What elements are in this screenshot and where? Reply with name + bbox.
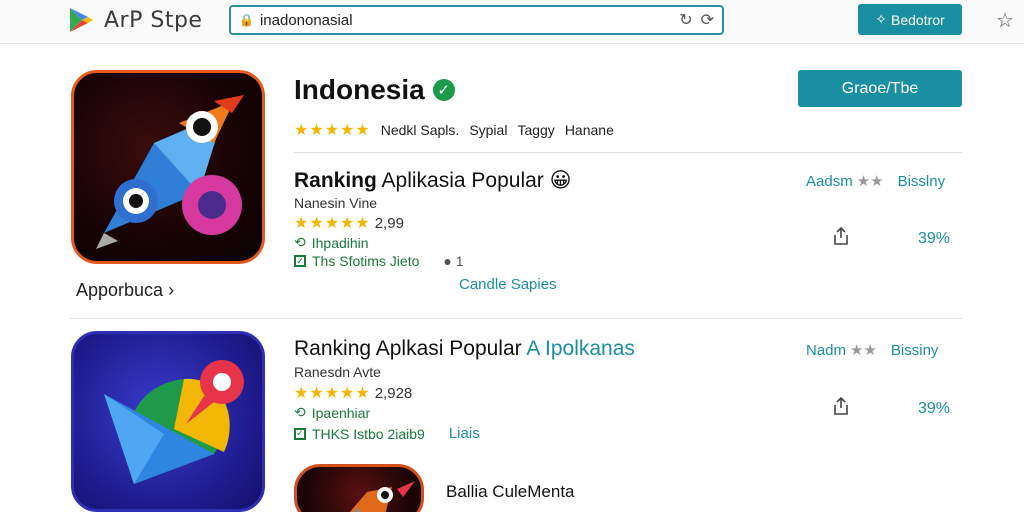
section2-green-1: ⟲ Ipaenhiar <box>294 404 370 421</box>
meta-item: Nedkl Sapls. <box>380 122 460 138</box>
update-icon: ⟲ <box>294 234 306 250</box>
top-bar: ArP Stpe 🔒 inadononasial ↻ ⟳ ✧ Bedotror … <box>0 0 1024 44</box>
rocket-icon <box>96 95 244 249</box>
section2-rating: ★★★★★ 2,928 <box>294 383 412 403</box>
rank-right-label: Bissiny <box>890 341 939 359</box>
section2-rank: Nadm ★★ Bissiny <box>806 341 939 360</box>
bird-icon <box>349 481 415 512</box>
section1-green-1: ⟲ Ihpadihin <box>294 234 369 251</box>
green-text: Ipaenhiar <box>311 404 371 421</box>
store-name: ArP Stpe <box>104 7 203 33</box>
apps-label: Apporbuca <box>76 280 164 300</box>
verified-check-icon: ✓ <box>432 79 455 101</box>
page-title: Indonesia ✓ <box>294 74 455 106</box>
refresh-icon[interactable]: ↻ <box>679 10 692 30</box>
header-action-button[interactable]: ✧ Bedotror <box>858 4 962 35</box>
map-pin-icon <box>104 360 244 484</box>
apps-link[interactable]: Apporbuca › <box>76 280 174 301</box>
user-count-value: 1 <box>455 253 464 269</box>
meta-row: ★★★★★ Nedkl Sapls. Sypial Taggy Hanane <box>294 120 614 140</box>
share-icon[interactable] <box>831 226 851 246</box>
play-store-icon <box>70 8 93 32</box>
section1-title-bold: Ranking <box>294 169 377 192</box>
rank-label: Nadm <box>806 341 847 359</box>
divider <box>294 152 962 153</box>
section1-green-2: ✓ Ths Sfotims Jieto ● 1 <box>294 253 464 269</box>
checkbox-icon: ✓ <box>294 427 306 440</box>
green-text: Ihpadihin <box>311 234 369 251</box>
divider <box>70 318 962 319</box>
app-icon-rocket[interactable] <box>71 70 265 264</box>
section1-rating: ★★★★★ 2,99 <box>294 213 404 233</box>
section1-percent: 39% <box>918 230 951 247</box>
section2-title-text: Ranking Aplkasi Popular <box>294 337 522 360</box>
user-icon: ● <box>443 253 452 269</box>
section1-subtitle: Nanesin Vine <box>294 195 378 211</box>
rank-right-label: Bisslny <box>897 172 946 190</box>
section2-teal-link[interactable]: Liais <box>449 425 480 442</box>
bookmark-star-icon[interactable]: ☆ <box>996 8 1014 33</box>
section2-title[interactable]: Ranking Aplkasi Popular A Ipolkanas <box>294 337 635 361</box>
section1-title-rest: Aplikasia Popular <box>381 169 544 192</box>
section2-subtitle: Ranesdn Avte <box>294 364 381 380</box>
url-text[interactable]: inadononasial <box>260 12 679 29</box>
section3-title[interactable]: Ballia CuleMenta <box>446 482 575 502</box>
section1-rank: Aadsm ★★ Bisslny <box>806 172 946 191</box>
section1-link[interactable]: Candle Sapies <box>459 276 557 293</box>
rating-stars: ★★★★★ <box>294 122 371 139</box>
lock-icon: 🔒 <box>239 13 254 27</box>
meta-item: Hanane <box>564 122 614 138</box>
meta-item: Sypial <box>469 122 508 138</box>
section2-percent: 39% <box>918 400 951 417</box>
rating-count: 2,928 <box>374 384 413 402</box>
green-text: Ths Sfotims Jieto <box>312 253 420 269</box>
reload-icon[interactable]: ⟳ <box>701 10 714 30</box>
section2-green-2: ✓ THKS Istbo 2iaib9 Liais <box>294 425 480 442</box>
update-icon: ⟲ <box>294 404 306 420</box>
install-button[interactable]: Graoe/Tbe <box>798 70 962 107</box>
smile-emoji-icon: 😀 <box>549 169 572 192</box>
rank-label: Aadsm <box>806 172 853 190</box>
person-icon: ✧ <box>875 11 888 27</box>
green-text: THKS Istbo 2iaib9 <box>312 425 425 442</box>
user-count: ● 1 <box>443 253 463 269</box>
rating-stars: ★★★★★ <box>294 215 371 232</box>
checkbox-icon: ✓ <box>294 255 306 267</box>
rating-stars: ★★★★★ <box>294 385 371 402</box>
section1-title[interactable]: Ranking Aplikasia Popular 😀 <box>294 168 572 193</box>
address-bar[interactable]: 🔒 inadononasial ↻ ⟳ <box>229 5 724 35</box>
rank-stars: ★★ <box>856 173 884 190</box>
header-action-label: Bedotror <box>891 11 945 28</box>
rating-count: 2,99 <box>374 214 404 232</box>
app-icon-pin[interactable] <box>71 331 265 512</box>
chevron-right-icon: › <box>163 280 175 300</box>
store-logo[interactable]: ArP Stpe <box>68 6 202 34</box>
section2-title-teal: A Ipolkanas <box>526 337 635 360</box>
share-icon[interactable] <box>831 396 851 416</box>
rank-stars: ★★ <box>850 342 877 359</box>
app-title: Indonesia <box>294 74 425 105</box>
app-icon-bird[interactable] <box>294 464 424 512</box>
meta-item: Taggy <box>517 122 555 138</box>
